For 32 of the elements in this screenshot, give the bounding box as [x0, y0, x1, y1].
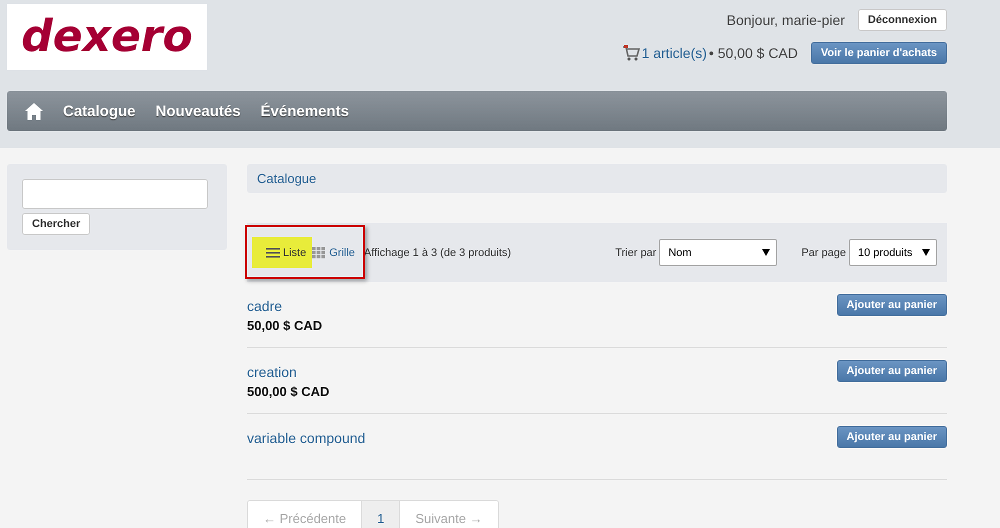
nav-link[interactable]: Catalogue: [63, 102, 136, 120]
breadcrumb-link[interactable]: Catalogue: [257, 171, 316, 186]
cart-total: • 50,00 $ CAD: [708, 45, 798, 61]
product-price: 50,00 $ CAD: [247, 318, 322, 333]
nav-link[interactable]: Événements: [260, 102, 349, 120]
product-price: 500,00 $ CAD: [247, 384, 330, 399]
list-view-tab[interactable]: Liste: [252, 237, 312, 268]
view-cart-button[interactable]: Voir le panier d'achats: [810, 42, 947, 64]
product-link[interactable]: variable compound: [247, 430, 366, 446]
add-to-cart-button[interactable]: Ajouter au panier: [836, 294, 947, 316]
page-link[interactable]: 1: [362, 501, 400, 528]
grid-icon: [312, 246, 326, 258]
cart-icon: [622, 45, 640, 61]
logo: dexero: [7, 4, 207, 70]
per-page-dropdown[interactable]: 10 produits: [849, 239, 937, 266]
product-link[interactable]: cadre: [247, 298, 282, 314]
cart-link[interactable]: 1 article(s): [642, 45, 707, 61]
add-to-cart-button[interactable]: Ajouter au panier: [836, 360, 947, 382]
list-icon: [266, 246, 280, 258]
grid-view-tab[interactable]: Grille: [312, 237, 361, 268]
product-link[interactable]: creation: [247, 364, 297, 380]
sort-label: Trier par: [615, 246, 656, 258]
result-count: Affichage 1 à 3 (de 3 produits): [364, 246, 512, 258]
nav-link[interactable]: Nouveautés: [156, 102, 241, 120]
greeting-text: Bonjour, marie-pier: [726, 12, 845, 28]
logout-button[interactable]: Déconnexion: [858, 9, 947, 31]
sort-dropdown[interactable]: Nom: [659, 239, 778, 266]
per-page-label: Par page: [801, 246, 846, 258]
search-button[interactable]: Chercher: [22, 213, 90, 235]
add-to-cart-button[interactable]: Ajouter au panier: [836, 426, 947, 448]
home-icon[interactable]: [25, 102, 43, 120]
search-field[interactable]: [22, 179, 208, 209]
